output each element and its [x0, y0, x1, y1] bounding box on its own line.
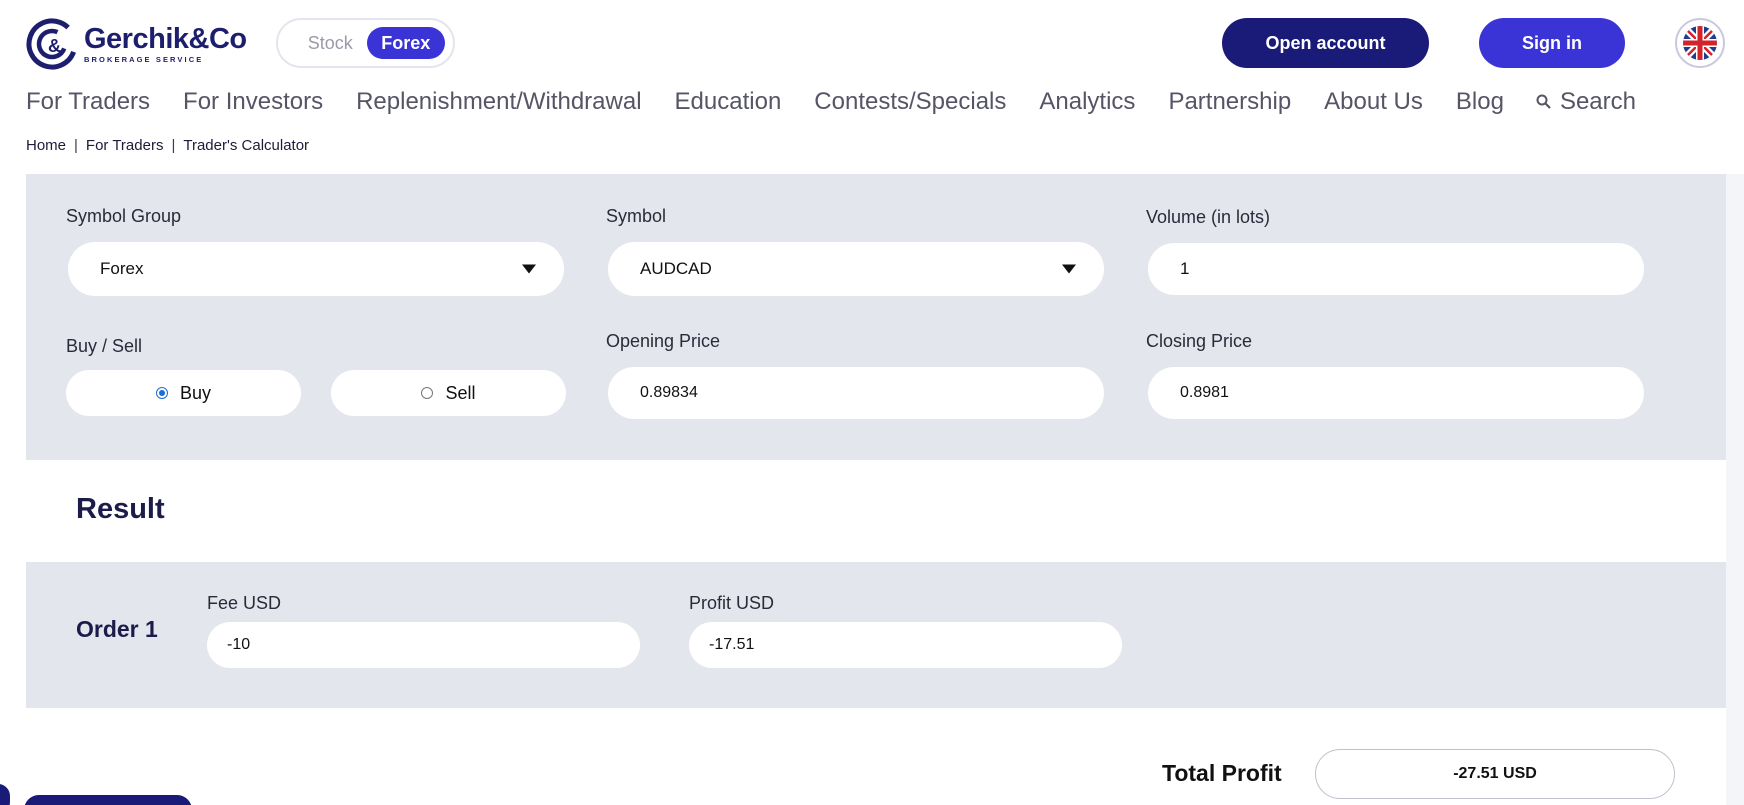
- nav-item-replenishment[interactable]: Replenishment/Withdrawal: [356, 88, 641, 116]
- uk-flag-icon: [1683, 26, 1717, 60]
- nav-item-contests[interactable]: Contests/Specials: [814, 88, 1006, 116]
- volume-value: 1: [1180, 259, 1190, 278]
- buy-sell-label: Buy / Sell: [66, 336, 143, 356]
- radio-checked-icon: [155, 387, 168, 399]
- brand-name: Gerchik&Co: [84, 22, 247, 55]
- closing-price-input[interactable]: 0.8981: [1148, 367, 1644, 419]
- closing-price-label: Closing Price: [1146, 331, 1253, 351]
- nav-item-about-us[interactable]: About Us: [1324, 88, 1423, 116]
- nav-item-partnership[interactable]: Partnership: [1168, 88, 1291, 116]
- page-gutter: [1726, 174, 1744, 805]
- search-icon: [1536, 94, 1551, 109]
- floating-action-button[interactable]: [24, 795, 192, 805]
- logo-mark-icon: &: [26, 18, 78, 70]
- nav-item-analytics[interactable]: Analytics: [1039, 88, 1135, 116]
- mode-stock-option[interactable]: Stock: [296, 33, 365, 54]
- symbol-value: AUDCAD: [640, 259, 712, 278]
- total-profit-label: Total Profit: [1162, 760, 1282, 786]
- breadcrumb-home[interactable]: Home: [26, 137, 66, 154]
- symbol-select[interactable]: AUDCAD: [608, 242, 1104, 296]
- closing-price-value: 0.8981: [1180, 384, 1229, 401]
- breadcrumb-current: Trader's Calculator: [183, 137, 310, 154]
- symbol-label: Symbol: [606, 206, 667, 226]
- svg-text:&: &: [48, 36, 61, 56]
- sell-radio-option[interactable]: Sell: [331, 370, 566, 416]
- result-heading: Result: [76, 493, 165, 525]
- buy-radio-option[interactable]: Buy: [66, 370, 301, 416]
- buy-label: Buy: [179, 382, 212, 403]
- side-widget-tab[interactable]: [0, 784, 10, 805]
- fee-value: -10: [227, 636, 251, 653]
- breadcrumb: Home | For Traders | Trader's Calculator: [26, 137, 309, 154]
- language-selector[interactable]: [1675, 18, 1725, 68]
- search-label: Search: [1559, 88, 1636, 115]
- opening-price-value: 0.89834: [640, 384, 698, 401]
- opening-price-input[interactable]: 0.89834: [608, 367, 1104, 419]
- brand-logo[interactable]: & Gerchik&Co BROKERAGE SERVICE: [26, 18, 247, 70]
- profit-value: -17.51: [709, 636, 755, 653]
- nav-item-for-investors[interactable]: For Investors: [183, 88, 323, 116]
- sell-label: Sell: [445, 382, 476, 403]
- total-profit-value: -27.51 USD: [1453, 765, 1537, 782]
- symbol-group-select[interactable]: Forex: [68, 242, 564, 296]
- fee-output: -10: [207, 622, 640, 668]
- mode-forex-option[interactable]: Forex: [366, 27, 445, 59]
- nav-item-for-traders[interactable]: For Traders: [26, 88, 150, 116]
- main-nav: For Traders For Investors Replenishment/…: [26, 88, 1636, 116]
- brand-tagline: BROKERAGE SERVICE: [84, 54, 204, 64]
- open-account-button[interactable]: Open account: [1222, 18, 1429, 68]
- symbol-group-value: Forex: [100, 259, 144, 278]
- radio-unchecked-icon: [421, 387, 434, 399]
- profit-label: Profit USD: [689, 593, 775, 613]
- order-label: Order 1: [76, 616, 158, 642]
- stock-forex-toggle[interactable]: Stock Forex: [276, 18, 455, 68]
- sign-in-button[interactable]: Sign in: [1479, 18, 1625, 68]
- nav-item-blog[interactable]: Blog: [1456, 88, 1504, 116]
- opening-price-label: Opening Price: [606, 331, 721, 351]
- volume-input[interactable]: 1: [1148, 243, 1644, 295]
- fee-label: Fee USD: [207, 593, 282, 613]
- chevron-down-icon: [522, 264, 536, 274]
- nav-item-education[interactable]: Education: [675, 88, 782, 116]
- breadcrumb-for-traders[interactable]: For Traders: [86, 137, 164, 154]
- chevron-down-icon: [1062, 264, 1076, 274]
- symbol-group-label: Symbol Group: [66, 206, 182, 226]
- total-profit-output: -27.51 USD: [1315, 749, 1675, 799]
- profit-output: -17.51: [689, 622, 1122, 668]
- breadcrumb-separator: |: [171, 137, 176, 154]
- breadcrumb-separator: |: [74, 137, 78, 154]
- volume-label: Volume (in lots): [1146, 207, 1271, 227]
- nav-search[interactable]: Search: [1536, 88, 1636, 116]
